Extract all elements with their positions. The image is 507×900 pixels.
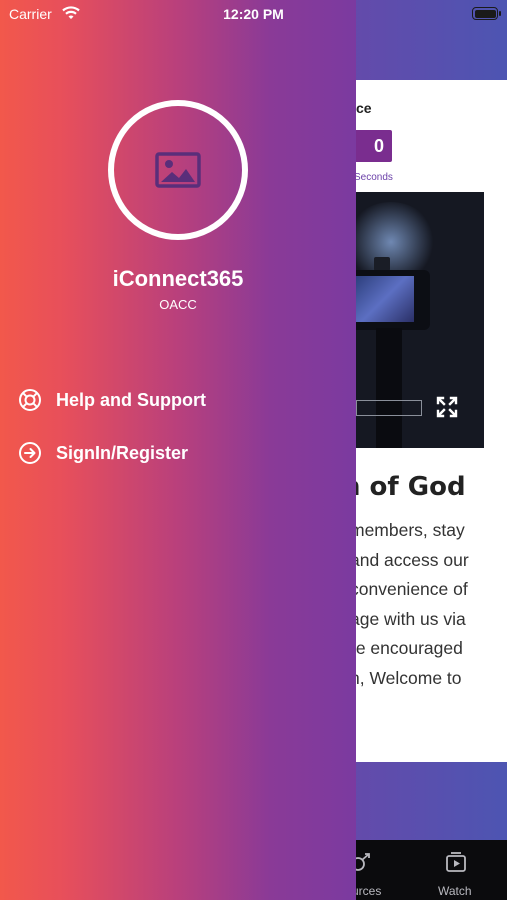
menu-item-help-and-support[interactable]: Help and Support [18,385,206,415]
tab-label: Watch [438,884,472,898]
menu-item-signin-register[interactable]: SignIn/Register [18,438,188,468]
organization-name: OACC [159,297,197,312]
welcome-paragraph: members, stay and access our convenience… [356,520,469,688]
phone-screen-image [356,276,414,322]
tab-bar: urces Watch [351,840,507,900]
sign-in-icon [19,442,41,464]
image-placeholder-icon [155,152,201,188]
live-video-player[interactable] [356,192,484,448]
lifebuoy-icon [19,389,41,411]
countdown-seconds-label: Seconds [356,172,393,183]
menu-item-label: SignIn/Register [56,442,189,463]
tab-label: urces [352,884,382,898]
app-name: iConnect365 [112,266,244,291]
status-bar: Carrier 12:20 PM [0,0,507,28]
phone-device-image [356,270,430,330]
video-progress-bar[interactable] [356,400,422,416]
countdown-seconds-box: 0 [366,130,392,162]
menu-item-label: Help and Support [56,389,206,410]
battery-icon [472,7,501,20]
avatar[interactable] [108,100,248,240]
countdown-title: ce [356,100,372,116]
main-content-card: ce 0 Seconds n of God members, stay and … [356,80,507,762]
tripod-stand [376,328,402,448]
fullscreen-icon[interactable] [436,396,458,418]
section-title: n of God [356,472,466,502]
phone-mount [374,257,390,271]
status-time: 12:20 PM [223,6,284,22]
side-drawer: iConnect365 OACC Help and Support SignIn… [0,0,356,900]
watch-icon [446,852,466,872]
